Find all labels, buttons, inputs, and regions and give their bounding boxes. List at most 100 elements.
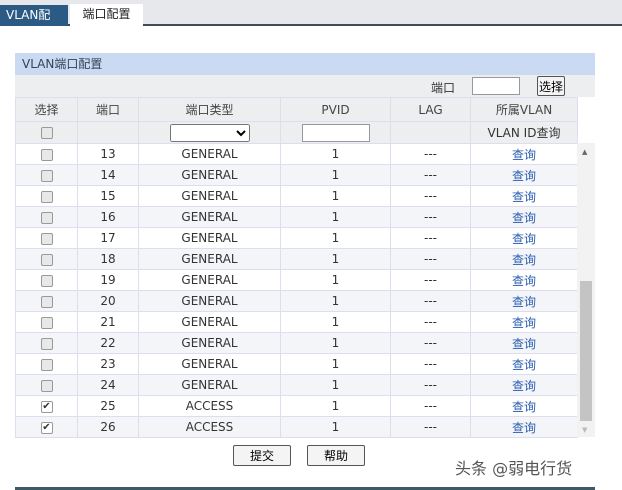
- query-link[interactable]: 查询: [512, 211, 536, 225]
- port-input[interactable]: [472, 77, 520, 95]
- port-number: 20: [77, 290, 139, 312]
- port-type: GENERAL: [138, 269, 281, 291]
- pvid: 1: [280, 227, 391, 249]
- row-checkbox[interactable]: [40, 253, 53, 266]
- port-number: 16: [77, 206, 139, 228]
- pvid: 1: [280, 143, 391, 165]
- row-checkbox[interactable]: ✔: [40, 421, 53, 434]
- row-checkbox[interactable]: [40, 379, 53, 392]
- row-checkbox[interactable]: [40, 295, 53, 308]
- table-row: 22 GENERAL 1 --- 查询: [15, 332, 578, 354]
- tab-vlan-config[interactable]: VLAN配置: [0, 5, 68, 43]
- lag: ---: [390, 395, 471, 417]
- table-row: 15 GENERAL 1 --- 查询: [15, 185, 578, 207]
- select-all-checkbox[interactable]: [40, 127, 53, 139]
- pvid: 1: [280, 374, 391, 396]
- query-link[interactable]: 查询: [512, 421, 536, 435]
- watermark: 头条 @弱电行货: [455, 459, 573, 478]
- row-checkbox[interactable]: [40, 232, 53, 245]
- query-link[interactable]: 查询: [512, 169, 536, 183]
- query-link[interactable]: 查询: [512, 316, 536, 330]
- row-checkbox[interactable]: ✔: [40, 400, 53, 413]
- lag: ---: [390, 143, 471, 165]
- pvid: 1: [280, 206, 391, 228]
- lag: ---: [390, 416, 471, 438]
- table-scrollbar[interactable]: ▲ ▼: [577, 143, 595, 437]
- row-checkbox[interactable]: [40, 337, 53, 350]
- lag: ---: [390, 353, 471, 375]
- query-link[interactable]: 查询: [512, 274, 536, 288]
- row-checkbox[interactable]: [40, 190, 53, 203]
- vlan-port-config-panel: VLAN端口配置 端口 选择 选择 端口 端口类型 PVID LAG 所属VLA…: [15, 53, 595, 438]
- row-checkbox[interactable]: [40, 358, 53, 371]
- lag: ---: [390, 269, 471, 291]
- table-row: 17 GENERAL 1 --- 查询: [15, 227, 578, 249]
- row-checkbox[interactable]: [40, 169, 53, 182]
- port-type: GENERAL: [138, 143, 281, 165]
- port-number: 17: [77, 227, 139, 249]
- table-row: 18 GENERAL 1 --- 查询: [15, 248, 578, 270]
- select-button[interactable]: 选择: [537, 76, 565, 96]
- table-header: 选择 端口 端口类型 PVID LAG 所属VLAN: [15, 97, 578, 122]
- port-number: 21: [77, 311, 139, 333]
- port-number: 26: [77, 416, 139, 438]
- scrollbar-thumb[interactable]: [580, 281, 592, 421]
- port-type: GENERAL: [138, 374, 281, 396]
- help-button[interactable]: 帮助: [307, 445, 365, 466]
- row-checkbox[interactable]: [40, 211, 53, 224]
- query-link[interactable]: 查询: [512, 337, 536, 351]
- lag: ---: [390, 332, 471, 354]
- pvid: 1: [280, 185, 391, 207]
- col-port: 端口: [77, 97, 139, 122]
- query-link[interactable]: 查询: [512, 358, 536, 372]
- port-number: 23: [77, 353, 139, 375]
- scroll-down-icon[interactable]: ▼: [582, 426, 587, 434]
- scroll-up-icon[interactable]: ▲: [582, 148, 587, 156]
- submit-button[interactable]: 提交: [233, 445, 291, 466]
- port-type: GENERAL: [138, 290, 281, 312]
- row-checkbox[interactable]: [40, 316, 53, 329]
- table-row: 13 GENERAL 1 --- 查询: [15, 143, 578, 165]
- pvid: 1: [280, 311, 391, 333]
- port-type: GENERAL: [138, 353, 281, 375]
- pvid: 1: [280, 353, 391, 375]
- pvid-input[interactable]: [301, 123, 370, 142]
- query-link[interactable]: 查询: [512, 190, 536, 204]
- port-type-select[interactable]: [169, 123, 250, 142]
- vlan-id-query-label: VLAN ID查询: [470, 121, 578, 144]
- port-type: GENERAL: [138, 311, 281, 333]
- lag: ---: [390, 374, 471, 396]
- table-row: 24 GENERAL 1 --- 查询: [15, 374, 578, 396]
- table-row: 14 GENERAL 1 --- 查询: [15, 164, 578, 186]
- pvid: 1: [280, 332, 391, 354]
- port-number: 24: [77, 374, 139, 396]
- col-pvid: PVID: [280, 97, 391, 122]
- table-row: ✔ 26 ACCESS 1 --- 查询: [15, 416, 578, 438]
- port-number: 13: [77, 143, 139, 165]
- lag: ---: [390, 206, 471, 228]
- port-type: GENERAL: [138, 248, 281, 270]
- lag: ---: [390, 290, 471, 312]
- port-type: GENERAL: [138, 206, 281, 228]
- lag: ---: [390, 164, 471, 186]
- table-row: 16 GENERAL 1 --- 查询: [15, 206, 578, 228]
- lag: ---: [390, 311, 471, 333]
- port-type: ACCESS: [138, 395, 281, 417]
- query-link[interactable]: 查询: [512, 148, 536, 162]
- row-checkbox[interactable]: [40, 148, 53, 161]
- table-row: 21 GENERAL 1 --- 查询: [15, 311, 578, 333]
- port-type: GENERAL: [138, 332, 281, 354]
- port-number: 14: [77, 164, 139, 186]
- pvid: 1: [280, 290, 391, 312]
- query-link[interactable]: 查询: [512, 253, 536, 267]
- query-link[interactable]: 查询: [512, 400, 536, 414]
- port-number: 18: [77, 248, 139, 270]
- query-link[interactable]: 查询: [512, 379, 536, 393]
- query-link[interactable]: 查询: [512, 295, 536, 309]
- row-checkbox[interactable]: [40, 274, 53, 287]
- lag: ---: [390, 248, 471, 270]
- tab-port-config[interactable]: 端口配置: [70, 4, 143, 28]
- table-row: ✔ 25 ACCESS 1 --- 查询: [15, 395, 578, 417]
- tab-bar: VLAN配置 端口配置: [0, 0, 622, 43]
- query-link[interactable]: 查询: [512, 232, 536, 246]
